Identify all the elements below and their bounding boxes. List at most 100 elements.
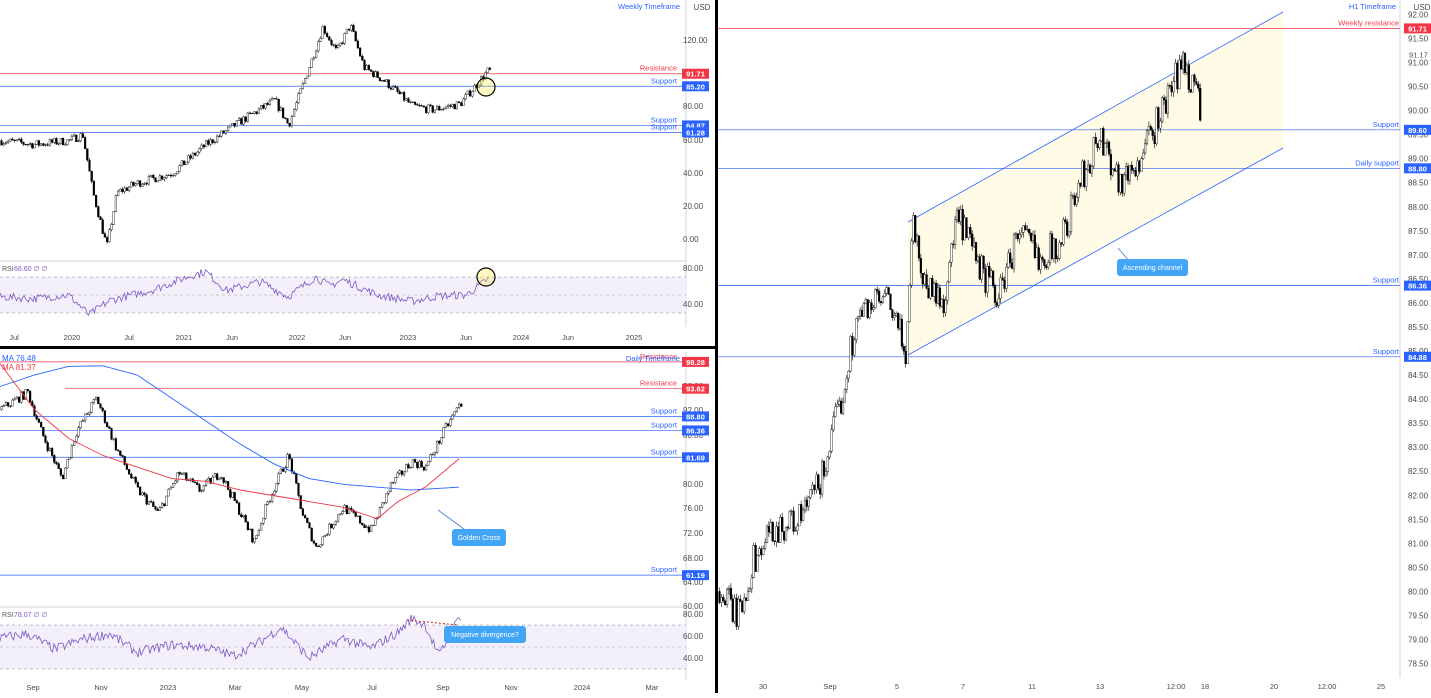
h1-y-tick-label: 87.50 <box>1408 227 1429 236</box>
weekly-candle-body <box>436 106 439 111</box>
daily-rsi-label: RSI <box>2 612 14 619</box>
daily-candle-body <box>396 472 399 478</box>
h1-x-tick-label: 12:00 <box>1167 682 1186 691</box>
weekly-candle-body <box>308 67 311 77</box>
weekly-candle-body <box>31 143 34 149</box>
daily-candle-body <box>163 503 166 506</box>
h1-candle-body <box>1153 135 1156 144</box>
weekly-candle-body <box>211 139 214 143</box>
weekly-candle-body <box>253 111 256 114</box>
weekly-candle-body <box>469 90 472 97</box>
h1-candle-body <box>737 598 740 627</box>
h1-candle-body <box>881 296 884 304</box>
weekly-candle-body <box>112 211 115 225</box>
weekly-rsi-tick-label: 40.00 <box>683 300 704 309</box>
daily-candle-body <box>319 544 322 547</box>
h1-level-label: Daily support <box>1355 158 1400 167</box>
daily-candle-body <box>226 481 230 490</box>
daily-timeframe-title: Daily Timeframe <box>626 354 680 363</box>
weekly-candle-body <box>262 104 265 109</box>
daily-candle-body <box>356 515 359 517</box>
weekly-candle-body <box>147 176 150 185</box>
weekly-candle-body <box>37 140 40 146</box>
h1-candle-body <box>1117 164 1120 193</box>
daily-candle-body <box>11 399 14 407</box>
daily-candle-body <box>86 413 89 415</box>
weekly-candle-body <box>403 92 406 101</box>
daily-candle-body <box>44 435 47 443</box>
daily-candle-body <box>312 540 315 544</box>
daily-rsi-tick-label: 60.00 <box>683 632 704 641</box>
weekly-candle-body <box>180 160 183 166</box>
daily-candle-body <box>279 468 282 474</box>
h1-candle-body <box>796 525 799 531</box>
weekly-candle-body <box>108 229 111 243</box>
daily-candle-body <box>145 494 148 505</box>
daily-candle-body <box>246 521 249 531</box>
daily-candle-body <box>68 457 71 460</box>
daily-candle-body <box>260 523 263 531</box>
weekly-candle-body <box>297 93 300 103</box>
weekly-candle-body <box>251 112 254 114</box>
h1-candle-body <box>942 299 945 313</box>
daily-candle-body <box>248 528 252 531</box>
daily-candle-body <box>433 452 436 455</box>
weekly-candle-body <box>6 140 10 143</box>
daily-candle-body <box>407 464 410 469</box>
weekly-candle-body <box>24 144 27 146</box>
weekly-candle-body <box>18 138 21 140</box>
h1-candle-body <box>819 488 822 495</box>
weekly-candle-body <box>189 155 192 159</box>
h1-candle-body <box>1123 174 1126 194</box>
daily-candle-body <box>255 534 258 539</box>
h1-candle-body <box>866 299 869 318</box>
weekly-candle-body <box>372 71 375 77</box>
h1-candle-body <box>988 266 991 277</box>
weekly-candle-body <box>202 144 205 148</box>
h1-candle-body <box>957 209 960 222</box>
daily-candle-body <box>451 414 454 420</box>
h1-y-tick-label: 80.00 <box>1408 587 1429 596</box>
h1-candle-body <box>893 315 896 318</box>
h1-candle-body <box>794 530 797 532</box>
h1-candle-body <box>775 526 778 543</box>
daily-candle-body <box>224 481 227 483</box>
h1-candle-body <box>1111 169 1114 176</box>
daily-candle-body <box>277 473 280 484</box>
daily-rsi-value: 78.07 ∅ ∅ <box>14 612 48 619</box>
daily-candle-body <box>400 470 403 475</box>
h1-candle-body <box>1147 126 1150 131</box>
weekly-candle-body <box>431 105 434 113</box>
daily-candle-body <box>425 465 428 471</box>
weekly-candle-body <box>11 138 14 141</box>
weekly-candle-body <box>376 71 379 78</box>
weekly-candle-body <box>226 126 230 131</box>
h1-candle-body <box>1048 233 1052 263</box>
h1-candle-body <box>864 299 867 304</box>
h1-candle-body <box>817 474 820 489</box>
daily-candle-body <box>40 422 43 428</box>
weekly-candle-body <box>145 183 148 185</box>
h1-candle-body <box>1172 81 1175 93</box>
h1-candle-body <box>1026 229 1029 231</box>
daily-candle-body <box>136 482 139 488</box>
h1-candle-body <box>1069 195 1073 233</box>
weekly-candle-body <box>218 135 221 137</box>
h1-candle-body <box>1193 74 1196 82</box>
weekly-candle-body <box>488 67 491 70</box>
daily-candle-body <box>94 396 98 400</box>
daily-candle-body <box>218 477 221 480</box>
h1-candle-body <box>720 597 723 603</box>
daily-candle-body <box>244 515 247 523</box>
weekly-candle-body <box>26 144 29 146</box>
h1-candle-body <box>933 282 936 297</box>
daily-candle-body <box>231 492 234 498</box>
daily-candle-body <box>275 483 278 492</box>
h1-level-badge-text: 89.60 <box>1408 126 1427 135</box>
h1-y-tick-label: 79.00 <box>1408 636 1429 645</box>
h1-candle-body <box>1166 85 1169 114</box>
weekly-candle-body <box>94 194 98 207</box>
daily-candle-body <box>211 476 214 484</box>
h1-candle-body <box>769 521 772 533</box>
h1-candle-body <box>887 287 890 295</box>
